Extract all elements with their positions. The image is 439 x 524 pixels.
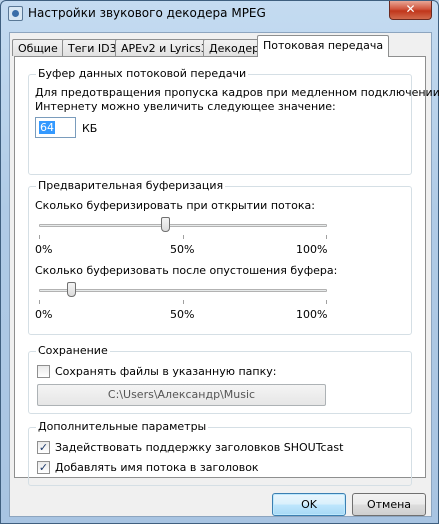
prebuffer-open-slider-thumb[interactable] — [161, 217, 171, 232]
buffer-group-title: Буфер данных потоковой передачи — [36, 67, 249, 80]
prebuffer-underrun-max-label: 100% — [296, 308, 328, 321]
saving-group-title: Сохранение — [36, 344, 110, 357]
prebuffer-open-slider-track[interactable] — [39, 224, 327, 227]
shoutcast-headers-checkbox[interactable]: ✓ — [37, 441, 50, 454]
buffer-description-line1: Для предотвращения пропуска кадров при м… — [35, 86, 439, 99]
save-files-checkbox[interactable] — [37, 365, 50, 378]
tab-apev2-lyrics3[interactable]: APEv2 и Lyrics3 — [115, 39, 214, 56]
prebuffer-open-ticks — [39, 235, 327, 239]
tab-id3-tags[interactable]: Теги ID3 — [62, 39, 123, 56]
save-folder-path-button[interactable]: C:\Users\Александр\Music — [37, 384, 326, 406]
tab-streaming[interactable]: Потоковая передача — [257, 35, 390, 57]
prebuffer-underrun-mid-label: 50% — [170, 308, 195, 321]
buffer-size-unit: КБ — [82, 122, 98, 135]
dialog-client-area: Общие Теги ID3 APEv2 и Lyrics3 Декодер П… — [9, 32, 439, 517]
advanced-group-title: Дополнительные параметры — [36, 420, 209, 433]
window-title: Настройки звукового декодера MPEG — [28, 6, 266, 20]
prebuffer-open-min-label: 0% — [35, 243, 53, 256]
prebuffer-underrun-min-label: 0% — [35, 308, 53, 321]
stream-name-checkbox[interactable]: ✓ — [37, 461, 50, 474]
prebuffer-open-mid-label: 50% — [170, 243, 195, 256]
prebuffer-underrun-ticks — [39, 300, 327, 304]
stream-name-label[interactable]: Добавлять имя потока в заголовок — [55, 461, 259, 474]
prebuffer-underrun-slider-thumb[interactable] — [66, 282, 76, 297]
tab-general[interactable]: Общие — [12, 39, 64, 56]
shoutcast-headers-label[interactable]: Задействовать поддержку заголовков SHOUT… — [55, 441, 343, 454]
streaming-tab-page: Буфер данных потоковой передачи Для пред… — [14, 56, 439, 486]
tab-decoder[interactable]: Декодер — [203, 39, 266, 56]
prebuffer-open-max-label: 100% — [296, 243, 328, 256]
save-files-label[interactable]: Сохранять файлы в указанную папку: — [55, 365, 276, 378]
ok-button[interactable]: OK — [272, 493, 346, 516]
cancel-button[interactable]: Отмена — [352, 493, 426, 516]
saving-group: Сохранение Сохранять файлы в указанную п… — [28, 344, 412, 414]
prebuffer-open-label: Сколько буферизировать при открытии пото… — [35, 199, 315, 212]
prebuffer-underrun-label: Сколько буферизовать после опустошения б… — [35, 264, 338, 277]
buffer-size-value: 64 — [39, 121, 55, 134]
title-bar[interactable]: Настройки звукового декодера MPEG ✕ — [1, 1, 438, 27]
prebuffer-group: Предварительная буферизация Сколько буфе… — [28, 179, 412, 335]
app-icon — [8, 6, 23, 21]
prebuffer-underrun-slider-track[interactable] — [39, 289, 327, 292]
buffer-size-input[interactable]: 64 — [35, 117, 76, 138]
advanced-group: Дополнительные параметры ✓ Задействовать… — [28, 420, 412, 486]
settings-dialog-window: Настройки звукового декодера MPEG ✕ Общи… — [0, 0, 439, 524]
close-button[interactable]: ✕ — [389, 1, 432, 20]
buffer-description-line2: Интернету можно увеличить следующее знач… — [35, 100, 336, 113]
buffer-group: Буфер данных потоковой передачи Для пред… — [28, 67, 439, 175]
prebuffer-group-title: Предварительная буферизация — [36, 179, 226, 192]
